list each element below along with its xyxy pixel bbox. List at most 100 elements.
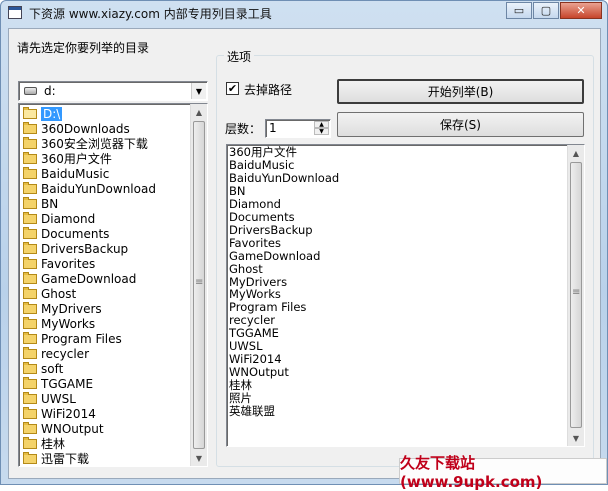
- minimize-button[interactable]: ▭: [506, 2, 532, 19]
- directory-item[interactable]: 360用户文件: [23, 151, 112, 166]
- directory-item-label: MyWorks: [41, 316, 96, 331]
- output-list[interactable]: ▲ ▼ 360用户文件BaiduMusicBaiduYunDownloadBND…: [226, 144, 585, 447]
- folder-icon: [23, 121, 37, 134]
- directory-item[interactable]: BaiduMusic: [23, 166, 109, 181]
- spin-up-icon[interactable]: ▲: [314, 121, 329, 128]
- directory-item[interactable]: WiFi2014: [23, 406, 96, 421]
- directory-list-scrollbar[interactable]: ▲ ▼: [190, 104, 207, 466]
- output-list-scrollbar[interactable]: ▲ ▼: [567, 145, 584, 446]
- directory-item[interactable]: DriversBackup: [23, 241, 128, 256]
- output-list-item[interactable]: 英雄联盟: [229, 405, 275, 418]
- start-list-button-label: 开始列举(B): [427, 85, 494, 99]
- directory-item[interactable]: BN: [23, 196, 58, 211]
- directory-item[interactable]: Program Files: [23, 331, 122, 346]
- select-directory-prompt: 请先选定你要列举的目录: [17, 41, 150, 55]
- drive-icon: [24, 87, 37, 95]
- folder-icon: [23, 211, 37, 224]
- folder-icon: [23, 451, 37, 464]
- directory-item-label: MyDrivers: [41, 301, 102, 316]
- level-spinner[interactable]: 1 ▲ ▼: [265, 119, 331, 138]
- output-list-item[interactable]: Documents: [229, 210, 295, 224]
- directory-item[interactable]: Documents: [23, 226, 109, 241]
- folder-icon: [23, 406, 37, 419]
- start-list-button[interactable]: 开始列举(B): [337, 79, 584, 104]
- output-list-item[interactable]: Favorites: [229, 236, 281, 250]
- open-folder-icon: [23, 106, 37, 119]
- maximize-button[interactable]: ▢: [533, 2, 559, 19]
- folder-icon: [23, 346, 37, 359]
- chevron-down-icon[interactable]: ▼: [191, 83, 206, 99]
- output-list-item[interactable]: DriversBackup: [229, 223, 313, 237]
- client-area: 请先选定你要列举的目录 d: ▼ ▲ ▼ D:\360Downloads360安…: [8, 28, 601, 479]
- folder-icon: [23, 166, 37, 179]
- scroll-thumb[interactable]: [570, 162, 582, 428]
- directory-item[interactable]: Diamond: [23, 211, 95, 226]
- close-button[interactable]: ✕: [560, 2, 602, 19]
- directory-item-label: Program Files: [41, 331, 122, 346]
- output-list-item[interactable]: Ghost: [229, 262, 263, 276]
- directory-item-label: 迅雷下载: [41, 452, 90, 466]
- directory-item[interactable]: D:\: [23, 106, 63, 121]
- directory-item[interactable]: GameDownload: [23, 271, 136, 286]
- directory-item-label: D:\: [41, 106, 63, 121]
- directory-item-label: GameDownload: [41, 271, 137, 286]
- directory-list[interactable]: ▲ ▼ D:\360Downloads360安全浏览器下载360用户文件Baid…: [18, 103, 208, 467]
- app-icon: [8, 6, 22, 19]
- directory-item[interactable]: 360Downloads: [23, 121, 130, 136]
- folder-icon: [23, 316, 37, 329]
- directory-item-label: Diamond: [41, 211, 96, 226]
- output-list-item[interactable]: BaiduMusic: [229, 158, 294, 172]
- close-icon: ✕: [576, 4, 586, 17]
- scroll-down-icon[interactable]: ▼: [191, 450, 207, 466]
- folder-icon: [23, 436, 37, 449]
- folder-icon: [23, 181, 37, 194]
- maximize-icon: ▢: [540, 4, 552, 17]
- directory-item[interactable]: MyWorks: [23, 316, 95, 331]
- directory-item[interactable]: 桂林: [23, 436, 65, 451]
- directory-item-label: TGGAME: [41, 376, 94, 391]
- directory-item[interactable]: soft: [23, 361, 63, 376]
- scroll-down-icon[interactable]: ▼: [568, 430, 584, 446]
- directory-item-label: Favorites: [41, 256, 96, 271]
- directory-item[interactable]: 360安全浏览器下载: [23, 136, 148, 151]
- app-window: 下资源 www.xiazy.com 内部专用列目录工具 ▭ ▢ ✕ 请先选定你要…: [0, 0, 608, 491]
- folder-icon: [23, 226, 37, 239]
- title-bar[interactable]: 下资源 www.xiazy.com 内部专用列目录工具 ▭ ▢ ✕: [1, 1, 607, 25]
- folder-icon: [23, 136, 37, 149]
- caption-buttons: ▭ ▢ ✕: [505, 2, 602, 19]
- directory-item[interactable]: Ghost: [23, 286, 76, 301]
- remove-path-label[interactable]: 去掉路径: [244, 81, 292, 98]
- folder-icon: [23, 151, 37, 164]
- directory-item[interactable]: WNOutput: [23, 421, 104, 436]
- directory-item[interactable]: MyDrivers: [23, 301, 102, 316]
- directory-item[interactable]: TGGAME: [23, 376, 93, 391]
- remove-path-checkbox[interactable]: ✔: [226, 82, 239, 95]
- directory-item[interactable]: UWSL: [23, 391, 76, 406]
- directory-item[interactable]: BaiduYunDownload: [23, 181, 156, 196]
- folder-icon: [23, 391, 37, 404]
- output-list-item[interactable]: GameDownload: [229, 249, 320, 263]
- spin-down-icon[interactable]: ▼: [314, 128, 329, 135]
- folder-icon: [23, 376, 37, 389]
- folder-icon: [23, 286, 37, 299]
- save-button[interactable]: 保存(S): [337, 112, 584, 137]
- directory-item-label: BaiduMusic: [41, 166, 110, 181]
- scroll-thumb[interactable]: [193, 121, 205, 449]
- output-list-item[interactable]: BN: [229, 184, 246, 198]
- directory-item[interactable]: 迅雷下载: [23, 451, 89, 466]
- directory-item-label: soft: [41, 361, 64, 376]
- scroll-up-icon[interactable]: ▲: [191, 104, 207, 120]
- output-list-item[interactable]: BaiduYunDownload: [229, 171, 339, 185]
- save-button-label: 保存(S): [440, 118, 481, 132]
- window-title: 下资源 www.xiazy.com 内部专用列目录工具: [29, 7, 272, 21]
- directory-item[interactable]: Favorites: [23, 256, 95, 271]
- directory-item-label: 360用户文件: [41, 152, 112, 166]
- scroll-up-icon[interactable]: ▲: [568, 145, 584, 161]
- drive-select[interactable]: d: ▼: [18, 81, 208, 101]
- folder-icon: [23, 331, 37, 344]
- directory-item-label: recycler: [41, 346, 89, 361]
- output-list-item[interactable]: Diamond: [229, 197, 281, 211]
- directory-item[interactable]: recycler: [23, 346, 89, 361]
- directory-item-label: BaiduYunDownload: [41, 181, 156, 196]
- level-value[interactable]: 1: [269, 121, 277, 135]
